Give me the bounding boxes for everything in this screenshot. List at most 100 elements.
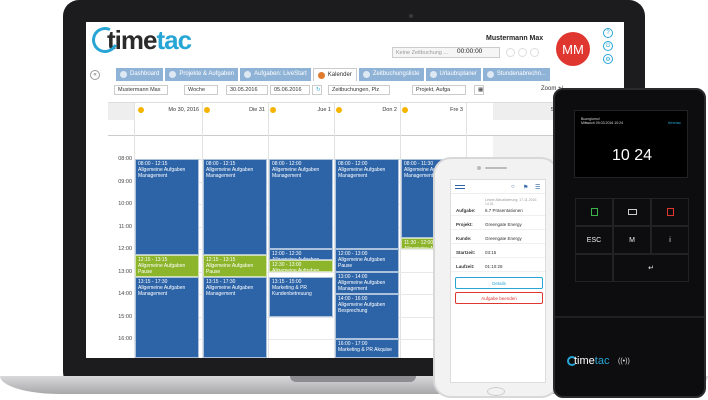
day-label: Fre 3 (450, 107, 463, 113)
details-button[interactable]: Details (455, 277, 543, 289)
terminal-clock: 10 24 (611, 147, 653, 164)
enter-key[interactable]: ↵ (613, 254, 689, 282)
date-from-input[interactable]: 30.05.2016 (226, 85, 268, 95)
event-title: Allgemeine Aufgaben Pause (206, 262, 254, 275)
settings-icon[interactable]: ⚙ (603, 54, 613, 64)
smartphone: ○ ⚑ ☰ Letzte Aktualisierung: 17.11.2016 … (433, 157, 559, 398)
tab-livestart[interactable]: Aufgaben: LiveStart (240, 68, 311, 81)
info-key[interactable]: i (651, 226, 689, 254)
calendar-event[interactable]: 12:00 - 13:00 Allgemeine Aufgaben Pause (335, 249, 399, 272)
m-key[interactable]: M (613, 226, 651, 254)
type-select[interactable]: Projekt, Aufga (412, 85, 466, 95)
timetac-logo[interactable]: timetac (88, 23, 192, 57)
terminal-keypad: ESC M i ↵ (575, 198, 689, 282)
tab-dashboard[interactable]: Dashboard (116, 68, 164, 81)
blank-key-left[interactable] (575, 254, 613, 282)
user-name: Mustermann Max (486, 35, 544, 42)
row-value: 6.7 Präsentationen (485, 208, 523, 213)
calendar-icon[interactable]: ▦ (474, 85, 484, 95)
phone-speaker (485, 167, 507, 169)
calendar-event[interactable]: 08:00 - 12:00 Allgemeine Aufgaben Managem… (335, 159, 399, 249)
calendar-event[interactable]: 13:00 - 14:00 Allgemeine Aufgaben Managem… (335, 271, 399, 294)
calendar-event[interactable]: 13:15 - 15:00 Marketing & PR Kundenbetreu… (269, 277, 333, 317)
check-out-key[interactable] (651, 198, 689, 226)
sun-icon (138, 107, 144, 113)
event-title: Marketing & PR Akquise (338, 347, 392, 353)
row-value: Greengate Energy (485, 222, 522, 227)
hour-label: 08:00 (118, 156, 132, 162)
refresh-icon[interactable]: ○ (511, 184, 515, 190)
pause-icon[interactable] (530, 48, 539, 57)
day-label: Mo 30, 2016 (168, 107, 199, 113)
sun-icon (402, 107, 408, 113)
day-header-thu: Don 2 (334, 106, 400, 118)
refresh-icon[interactable]: ↻ (312, 85, 322, 95)
row-key: Laufzeit: (456, 264, 475, 269)
check-in-icon (590, 208, 598, 216)
time-booking-select[interactable]: Keine Zeitbuchung ... (392, 47, 500, 58)
menu-icon[interactable] (455, 185, 465, 189)
day-header-wed: Jue 1 (268, 106, 334, 118)
check-out-icon (666, 208, 674, 216)
esc-key[interactable]: ESC (575, 226, 613, 254)
collapse-sidebar-icon[interactable]: « (90, 70, 100, 80)
day-header-fri: Fre 3 (400, 106, 466, 118)
calendar-event[interactable]: 12:30 - 13:00Allgemeine Aufgaben Pause (269, 260, 333, 272)
end-task-button[interactable]: Aufgabe beenden (455, 292, 543, 304)
booking-mode-select[interactable]: Zeitbuchungen, Plz (328, 85, 390, 95)
day-header-mon: Mo 30, 2016 (136, 106, 202, 118)
all-day-row (108, 120, 624, 136)
terminal-divider (555, 316, 704, 318)
event-title: Allgemeine Aufgaben Management (272, 167, 320, 179)
tab-time-booking-list[interactable]: Zeitbuchungsliste (358, 68, 424, 81)
calendar-event[interactable]: 08:00 - 12:15 Allgemeine Aufgaben Managem… (203, 159, 267, 255)
check-in-key[interactable] (575, 198, 613, 226)
event-title: Allgemeine Aufgaben Besprechung (338, 302, 386, 314)
terminal-date: Mittwoch 09.03.2016 10:24 (581, 121, 624, 125)
project-row: Projekt: Greengate Energy (451, 218, 545, 230)
calendar-event[interactable]: 12:15 - 13:15 Allgemeine Aufgaben Pause (135, 254, 199, 278)
calendar-event[interactable]: 13:15 - 17:30 Allgemeine Aufgaben Managem… (135, 277, 199, 358)
flag-icon[interactable]: ⚑ (523, 184, 528, 191)
nfc-reader-icon: ((•)) (618, 358, 630, 365)
day-label: Jue 1 (317, 107, 331, 113)
row-value: 01:10:28 (485, 264, 503, 269)
date-to-input[interactable]: 05.06.2016 (270, 85, 310, 95)
avatar[interactable]: MM (556, 32, 590, 66)
row-value: 03:15 (485, 250, 497, 255)
event-title: Allgemeine Aufgaben Management (206, 285, 254, 298)
list-icon[interactable]: ☰ (535, 184, 540, 191)
tab-vacation-planner[interactable]: Urlaubsplaner (425, 68, 481, 81)
tab-bar: Dashboard Projekte & Aufgaben Aufgaben: … (116, 68, 550, 81)
calendar-event[interactable]: 13:15 - 17:30 Allgemeine Aufgaben Managem… (203, 277, 267, 358)
hour-label: 12:00 (118, 246, 132, 252)
pause-key[interactable] (613, 198, 651, 226)
calendar-event[interactable]: 12:15 - 13:15 Allgemeine Aufgaben Pause (203, 254, 267, 278)
start-time-row: Startzeit: 03:15 (451, 246, 545, 258)
help-icon[interactable]: ? (603, 28, 613, 38)
calendar-event[interactable]: 08:00 - 12:00 Allgemeine Aufgaben Managem… (269, 159, 333, 249)
day-label: Die 31 (249, 107, 265, 113)
power-icon[interactable]: ⏻ (603, 41, 613, 51)
row-value: Greengate Energy (485, 236, 522, 241)
day-label: Don 2 (382, 107, 397, 113)
hour-label: 11:00 (118, 223, 132, 230)
calendar-event[interactable]: 12:00 - 12:30Allgemeine Aufgaben Pause (269, 249, 333, 261)
event-title: Allgemeine Aufgaben Management (138, 167, 186, 179)
user-select[interactable]: Mustermann Max (114, 85, 168, 95)
phone-camera (477, 166, 481, 170)
home-button[interactable] (487, 387, 505, 396)
tab-hours-report[interactable]: Stundenabrechn... (482, 68, 550, 81)
view-select[interactable]: Woche (184, 85, 218, 95)
tab-calendar[interactable]: Kalender (312, 68, 357, 81)
record-icon[interactable] (506, 48, 515, 57)
stop-icon[interactable] (518, 48, 527, 57)
calendar-event[interactable]: 08:00 - 12:15 Allgemeine Aufgaben Managem… (135, 159, 199, 255)
event-title: Allgemeine Aufgaben Pause (272, 268, 320, 272)
sun-icon (270, 107, 276, 113)
hour-label: 13:00 (118, 268, 132, 275)
calendar-event[interactable]: 16:00 - 17:00 Marketing & PR Akquise (335, 339, 399, 358)
terminal-logo: time tac (567, 355, 609, 367)
tab-projects[interactable]: Projekte & Aufgaben (165, 68, 239, 81)
calendar-event[interactable]: 14:00 - 16:00 Allgemeine Aufgaben Besprec… (335, 294, 399, 339)
